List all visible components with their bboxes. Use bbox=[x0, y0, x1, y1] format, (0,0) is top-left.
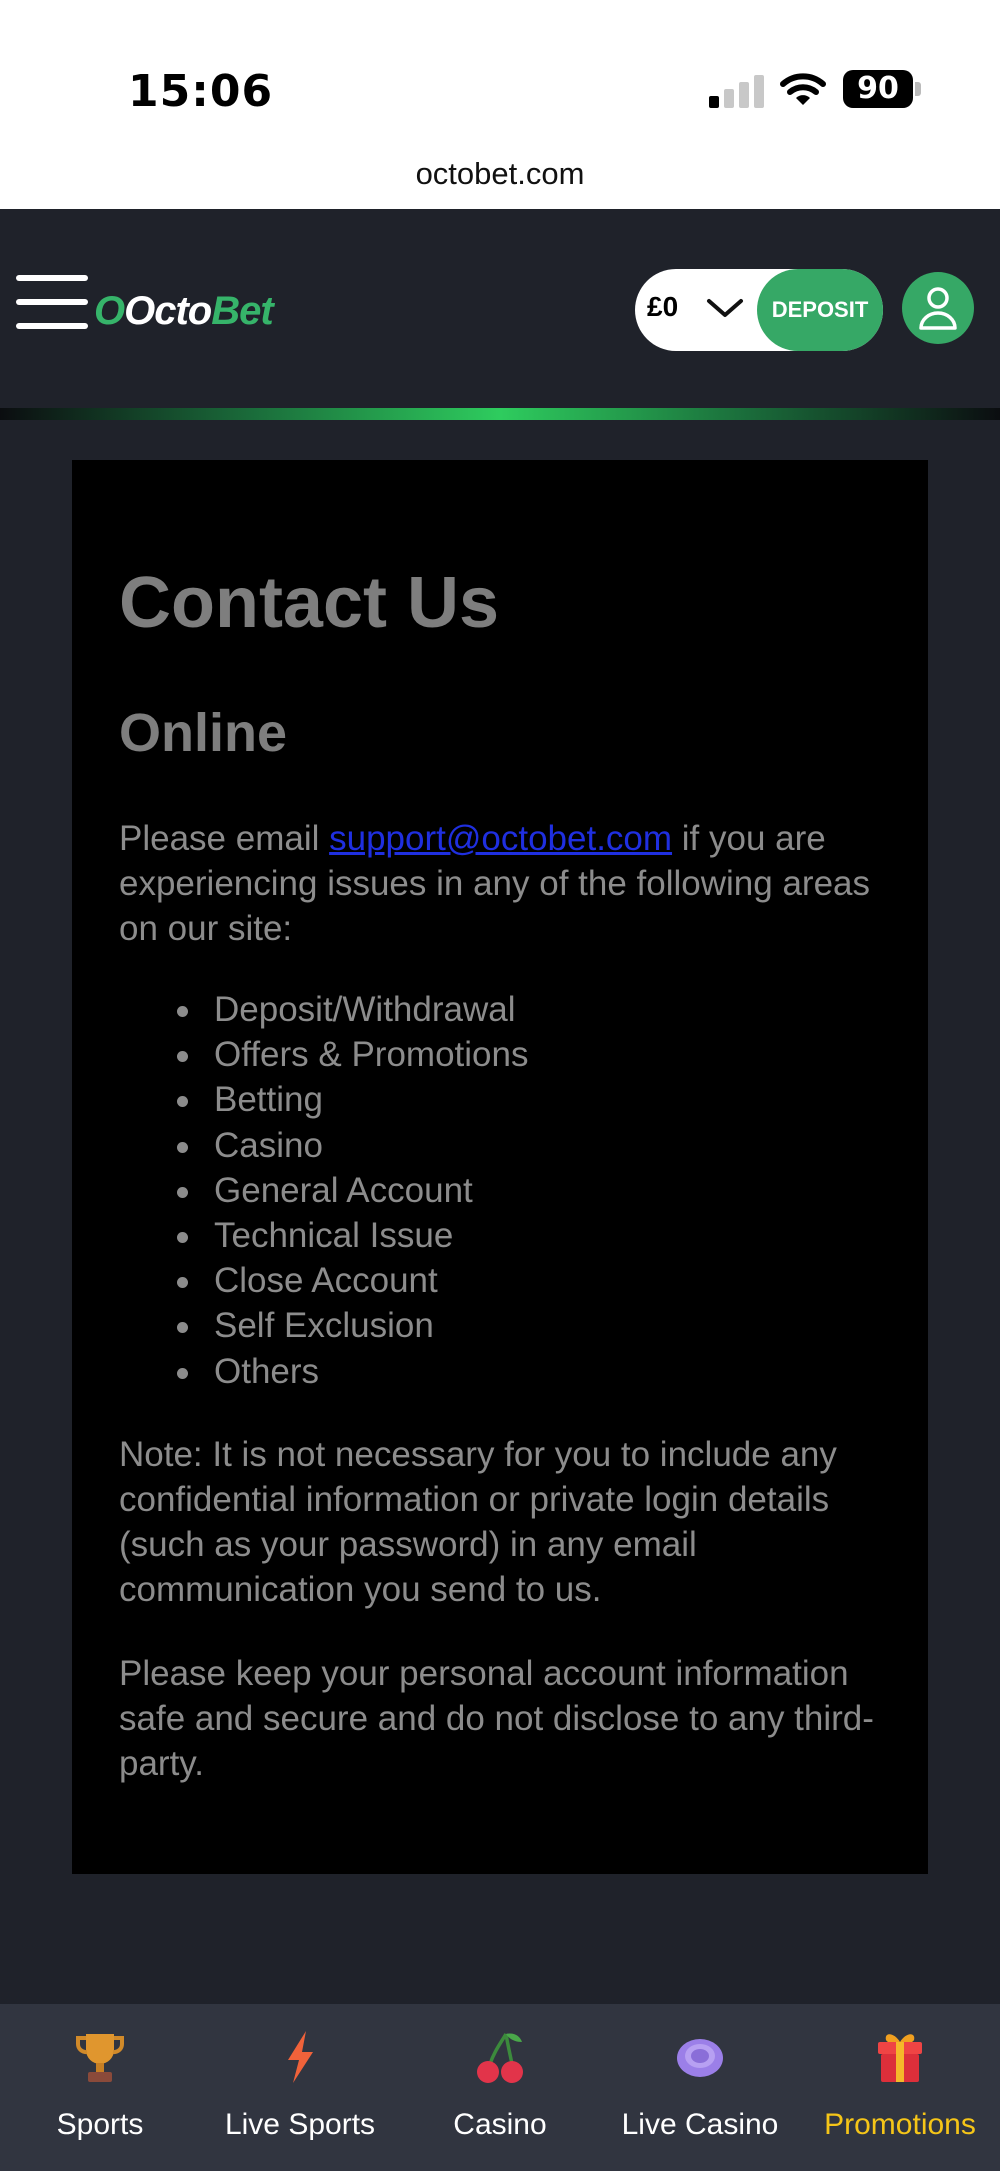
browser-url-bar[interactable]: octobet.com bbox=[0, 145, 1000, 209]
intro-text-before: Please email bbox=[119, 819, 330, 858]
logo-octo: Octo bbox=[124, 289, 212, 333]
support-email-link[interactable]: support@octobet.com bbox=[329, 819, 672, 858]
list-item: Self Exclusion bbox=[119, 1303, 528, 1348]
balance-amount: £0 bbox=[647, 291, 679, 322]
nav-item-promotions[interactable]: Promotions bbox=[800, 2004, 1000, 2171]
user-icon bbox=[919, 287, 957, 330]
battery-icon: 90 bbox=[843, 70, 913, 108]
issue-areas-list: Deposit/Withdrawal Offers & Promotions B… bbox=[119, 987, 528, 1394]
nav-item-live-sports[interactable]: Live Sports bbox=[200, 2004, 400, 2171]
signal-icon bbox=[709, 74, 765, 108]
list-item: Others bbox=[119, 1349, 528, 1394]
lightning-icon bbox=[288, 2031, 313, 2083]
deposit-button[interactable]: DEPOSIT bbox=[757, 269, 883, 351]
menu-icon[interactable] bbox=[16, 275, 88, 329]
list-item: Casino bbox=[119, 1123, 528, 1168]
casino-chip-icon bbox=[677, 2039, 723, 2077]
gift-icon bbox=[878, 2034, 922, 2082]
nav-label: Casino bbox=[453, 2108, 547, 2141]
nav-item-casino[interactable]: Casino bbox=[400, 2004, 600, 2171]
bottom-navigation: Sports Live Sports Casino Live Casino Pr… bbox=[0, 2004, 1000, 2171]
cherries-icon bbox=[477, 2033, 523, 2083]
url-text[interactable]: octobet.com bbox=[0, 156, 1000, 192]
trophy-icon bbox=[75, 2034, 125, 2082]
site-header: OOctoBet £0 DEPOSIT bbox=[0, 209, 1000, 409]
logo-o: O bbox=[94, 289, 125, 333]
status-time: 15:06 bbox=[128, 66, 274, 117]
nav-item-live-casino[interactable]: Live Casino bbox=[600, 2004, 800, 2171]
battery-tip bbox=[915, 82, 921, 96]
header-accent-line bbox=[0, 408, 1000, 420]
logo-bet: Bet bbox=[211, 289, 273, 333]
list-item: Betting bbox=[119, 1077, 528, 1122]
nav-item-sports[interactable]: Sports bbox=[0, 2004, 200, 2171]
list-item: Technical Issue bbox=[119, 1213, 528, 1258]
intro-paragraph: Please email support@octobet.com if you … bbox=[119, 816, 889, 951]
nav-label: Live Casino bbox=[621, 2108, 779, 2141]
nav-label: Live Sports bbox=[224, 2108, 376, 2141]
nav-label: Promotions bbox=[824, 2108, 976, 2141]
contact-card: Contact Us Online Please email support@o… bbox=[72, 460, 928, 1874]
nav-label: Sports bbox=[56, 2108, 144, 2141]
status-bar: 15:06 90 bbox=[0, 0, 1000, 145]
octobet-logo[interactable]: OOctoBet bbox=[94, 289, 274, 334]
section-title: Online bbox=[119, 703, 288, 763]
note-paragraph: Note: It is not necessary for you to inc… bbox=[119, 1435, 837, 1609]
list-item: Deposit/Withdrawal bbox=[119, 987, 528, 1032]
advice-paragraph: Please keep your personal account inform… bbox=[119, 1654, 874, 1783]
account-button[interactable] bbox=[902, 272, 974, 344]
page-title: Contact Us bbox=[119, 563, 500, 643]
list-item: Close Account bbox=[119, 1258, 528, 1303]
wifi-icon bbox=[780, 73, 826, 105]
list-item: Offers & Promotions bbox=[119, 1032, 528, 1077]
list-item: General Account bbox=[119, 1168, 528, 1213]
chevron-down-icon bbox=[707, 299, 743, 317]
